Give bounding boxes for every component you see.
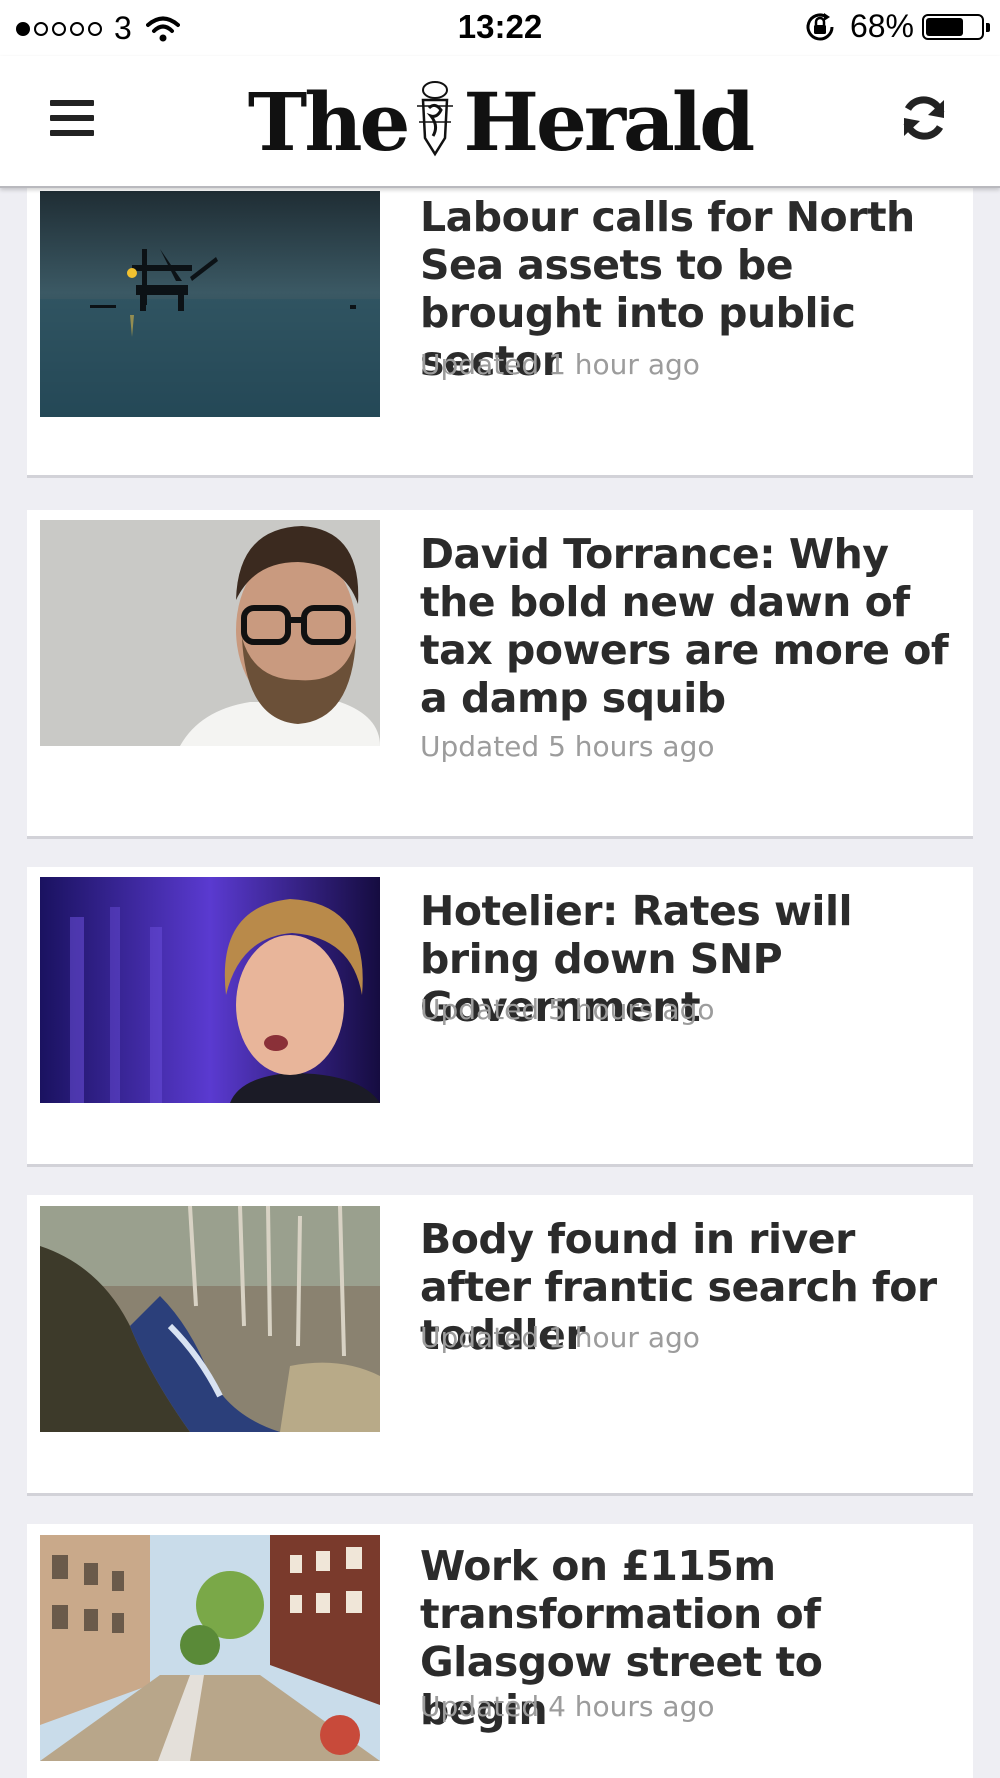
article-thumbnail <box>40 520 380 746</box>
refresh-icon <box>903 96 945 140</box>
refresh-button[interactable] <box>898 92 950 144</box>
article-thumbnail <box>40 1535 380 1761</box>
battery-percentage: 68% <box>849 8 914 44</box>
article-thumbnail <box>40 1206 380 1432</box>
app-header: The Herald <box>0 56 1000 188</box>
rotation-lock-icon <box>806 12 834 40</box>
article-feed[interactable]: Labour calls for North Sea assets to be … <box>0 186 1000 1778</box>
article-updated-time: Updated 1 hour ago <box>420 1321 700 1354</box>
article-headline[interactable]: David Torrance: Why the bold new dawn of… <box>420 530 960 722</box>
the-herald-logo: The Herald <box>247 75 755 169</box>
article-thumbnail <box>40 191 380 417</box>
article-updated-time: Updated 5 hours ago <box>420 730 715 763</box>
battery-area: 68% <box>804 8 990 45</box>
article-card[interactable]: David Torrance: Why the bold new dawn of… <box>27 510 973 839</box>
article-updated-time: Updated 4 hours ago <box>420 1690 715 1723</box>
status-bar: 3 13:22 68% <box>0 0 1000 56</box>
article-card[interactable]: Work on £115m transformation of Glasgow … <box>27 1524 973 1778</box>
article-updated-time: Updated 1 hour ago <box>420 348 700 381</box>
article-card[interactable]: Hotelier: Rates will bring down SNP Gove… <box>27 867 973 1167</box>
article-card[interactable]: Body found in river after frantic search… <box>27 1195 973 1496</box>
battery-icon <box>922 13 990 40</box>
article-updated-time: Updated 5 hours ago <box>420 993 715 1026</box>
article-thumbnail <box>40 877 380 1103</box>
article-card[interactable]: Labour calls for North Sea assets to be … <box>27 186 973 478</box>
crest-icon <box>417 81 454 157</box>
